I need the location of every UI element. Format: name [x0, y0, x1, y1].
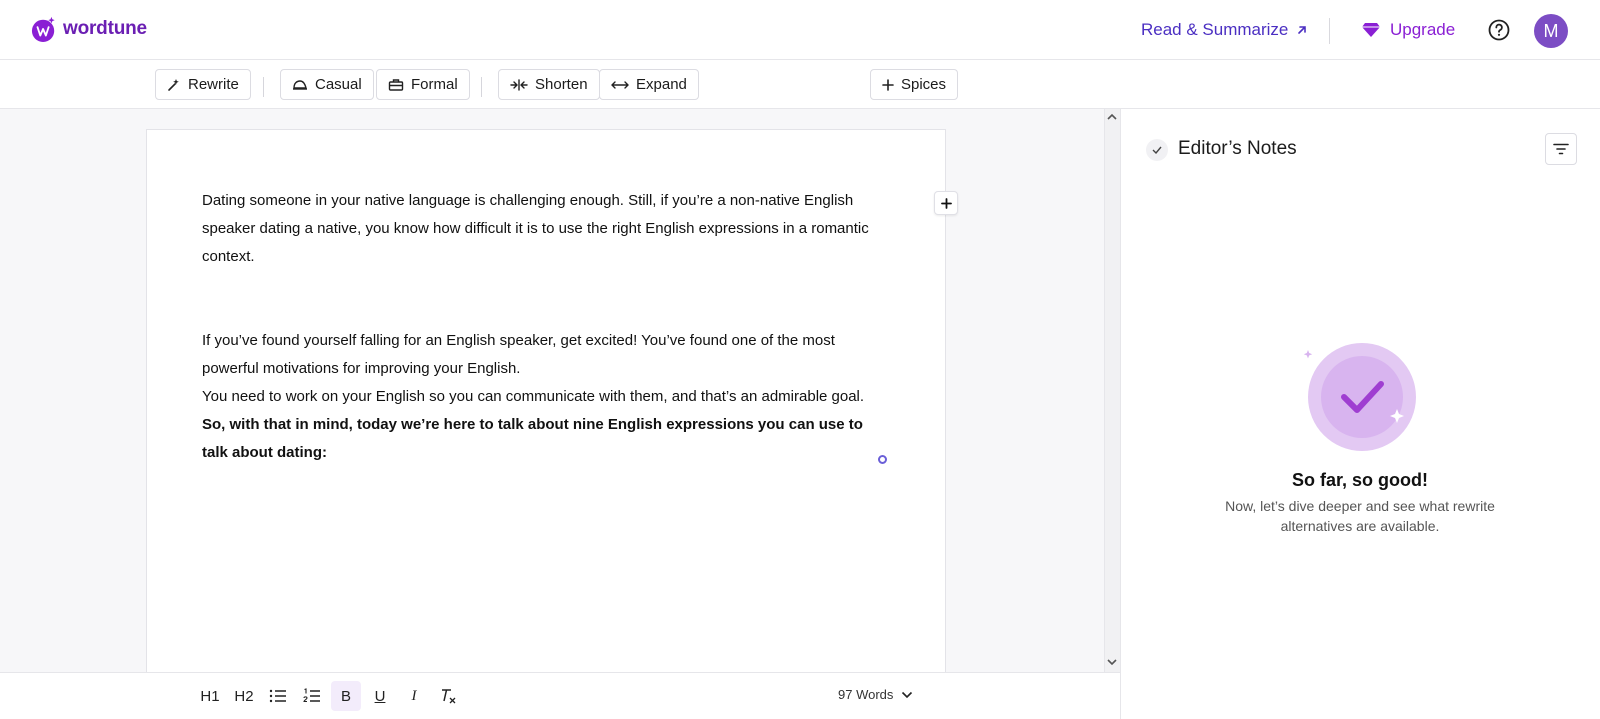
- bold-button[interactable]: B: [331, 681, 361, 711]
- empty-state-subtitle: Now, let’s dive deeper and see what rewr…: [1225, 498, 1495, 534]
- underline-label: U: [374, 687, 386, 705]
- numbered-list-button[interactable]: [297, 681, 327, 711]
- rewrite-label: Rewrite: [188, 76, 239, 93]
- formal-icon: [388, 78, 404, 91]
- spices-button[interactable]: Spices: [870, 69, 959, 100]
- empty-state-title: So far, so good!: [1291, 470, 1428, 490]
- brand-name: wordtune: [63, 18, 147, 39]
- expand-label: Expand: [636, 76, 687, 93]
- document-paragraph[interactable]: Dating someone in your native language i…: [202, 187, 892, 271]
- underline-button[interactable]: U: [365, 681, 395, 711]
- bullet-list-icon: [269, 689, 286, 703]
- word-count: 97 Words: [838, 687, 894, 702]
- clear-format-button[interactable]: [433, 681, 463, 711]
- notes-status: [1146, 139, 1168, 161]
- spices-label: Spices: [901, 76, 947, 93]
- read-summarize-label: Read & Summarize: [1141, 20, 1289, 39]
- header-divider: [1329, 18, 1330, 44]
- scroll-down-icon[interactable]: [1106, 657, 1118, 667]
- filter-icon: [1553, 143, 1569, 155]
- read-summarize-link[interactable]: Read & Summarize: [1141, 20, 1308, 40]
- italic-button[interactable]: I: [399, 681, 429, 711]
- formal-label: Formal: [411, 76, 458, 93]
- heading1-label: H1: [200, 687, 220, 705]
- filter-button[interactable]: [1545, 133, 1577, 165]
- avatar-initial: M: [1543, 20, 1559, 41]
- assistant-cursor-indicator[interactable]: [878, 455, 887, 464]
- casual-button[interactable]: Casual: [280, 69, 374, 100]
- shorten-label: Shorten: [535, 76, 588, 93]
- document-paragraph[interactable]: You need to work on your English so you …: [202, 383, 892, 411]
- heading1-button[interactable]: H1: [195, 681, 225, 711]
- check-icon: [1152, 146, 1162, 154]
- word-count-dropdown[interactable]: 97 Words: [838, 687, 913, 702]
- upgrade-button[interactable]: Upgrade: [1347, 12, 1469, 48]
- help-icon[interactable]: [1488, 19, 1510, 41]
- document-paragraph[interactable]: So, with that in mind, today we’re here …: [202, 411, 892, 467]
- casual-label: Casual: [315, 76, 362, 93]
- expand-button[interactable]: Expand: [599, 69, 699, 100]
- success-check-icon: [1303, 343, 1416, 451]
- upgrade-label: Upgrade: [1390, 20, 1456, 39]
- chevron-down-icon: [902, 691, 913, 698]
- sparkle-icon: [168, 78, 179, 91]
- heading2-button[interactable]: H2: [229, 681, 259, 711]
- italic-label: I: [411, 687, 417, 704]
- shorten-button[interactable]: Shorten: [498, 69, 600, 100]
- logo[interactable]: wordtune: [31, 14, 147, 44]
- scroll-up-icon[interactable]: [1106, 112, 1118, 122]
- plus-icon: [940, 197, 952, 209]
- rewrite-button[interactable]: Rewrite: [155, 69, 251, 100]
- insert-block-button[interactable]: [934, 191, 958, 215]
- shorten-icon: [510, 78, 528, 91]
- formal-button[interactable]: Formal: [376, 69, 470, 100]
- format-toolbar: H1 H2 B U I 97 Words: [0, 672, 1120, 719]
- bold-label: B: [340, 687, 351, 705]
- logo-icon: [31, 16, 55, 42]
- app-header: wordtune Read & Summarize Upgrade M: [0, 0, 1600, 60]
- rewrite-toolbar: Rewrite Casual Formal Shorten Expand Spi…: [0, 60, 1600, 109]
- toolbar-divider: [263, 77, 264, 97]
- bullet-list-button[interactable]: [263, 681, 293, 711]
- external-link-icon: [1298, 26, 1307, 34]
- clear-format-icon: [442, 689, 456, 704]
- editor-scrollbar[interactable]: [1104, 109, 1120, 672]
- heading2-label: H2: [234, 687, 254, 705]
- numbered-list-icon: [303, 688, 320, 703]
- panel-title: Editor’s Notes: [1178, 138, 1297, 159]
- casual-icon: [293, 79, 307, 90]
- avatar[interactable]: M: [1534, 14, 1568, 48]
- toolbar-divider: [481, 77, 482, 97]
- plus-icon: [882, 78, 894, 91]
- expand-icon: [611, 80, 629, 89]
- diamond-icon: [1362, 23, 1380, 37]
- document-paragraph[interactable]: If you’ve found yourself falling for an …: [202, 327, 892, 383]
